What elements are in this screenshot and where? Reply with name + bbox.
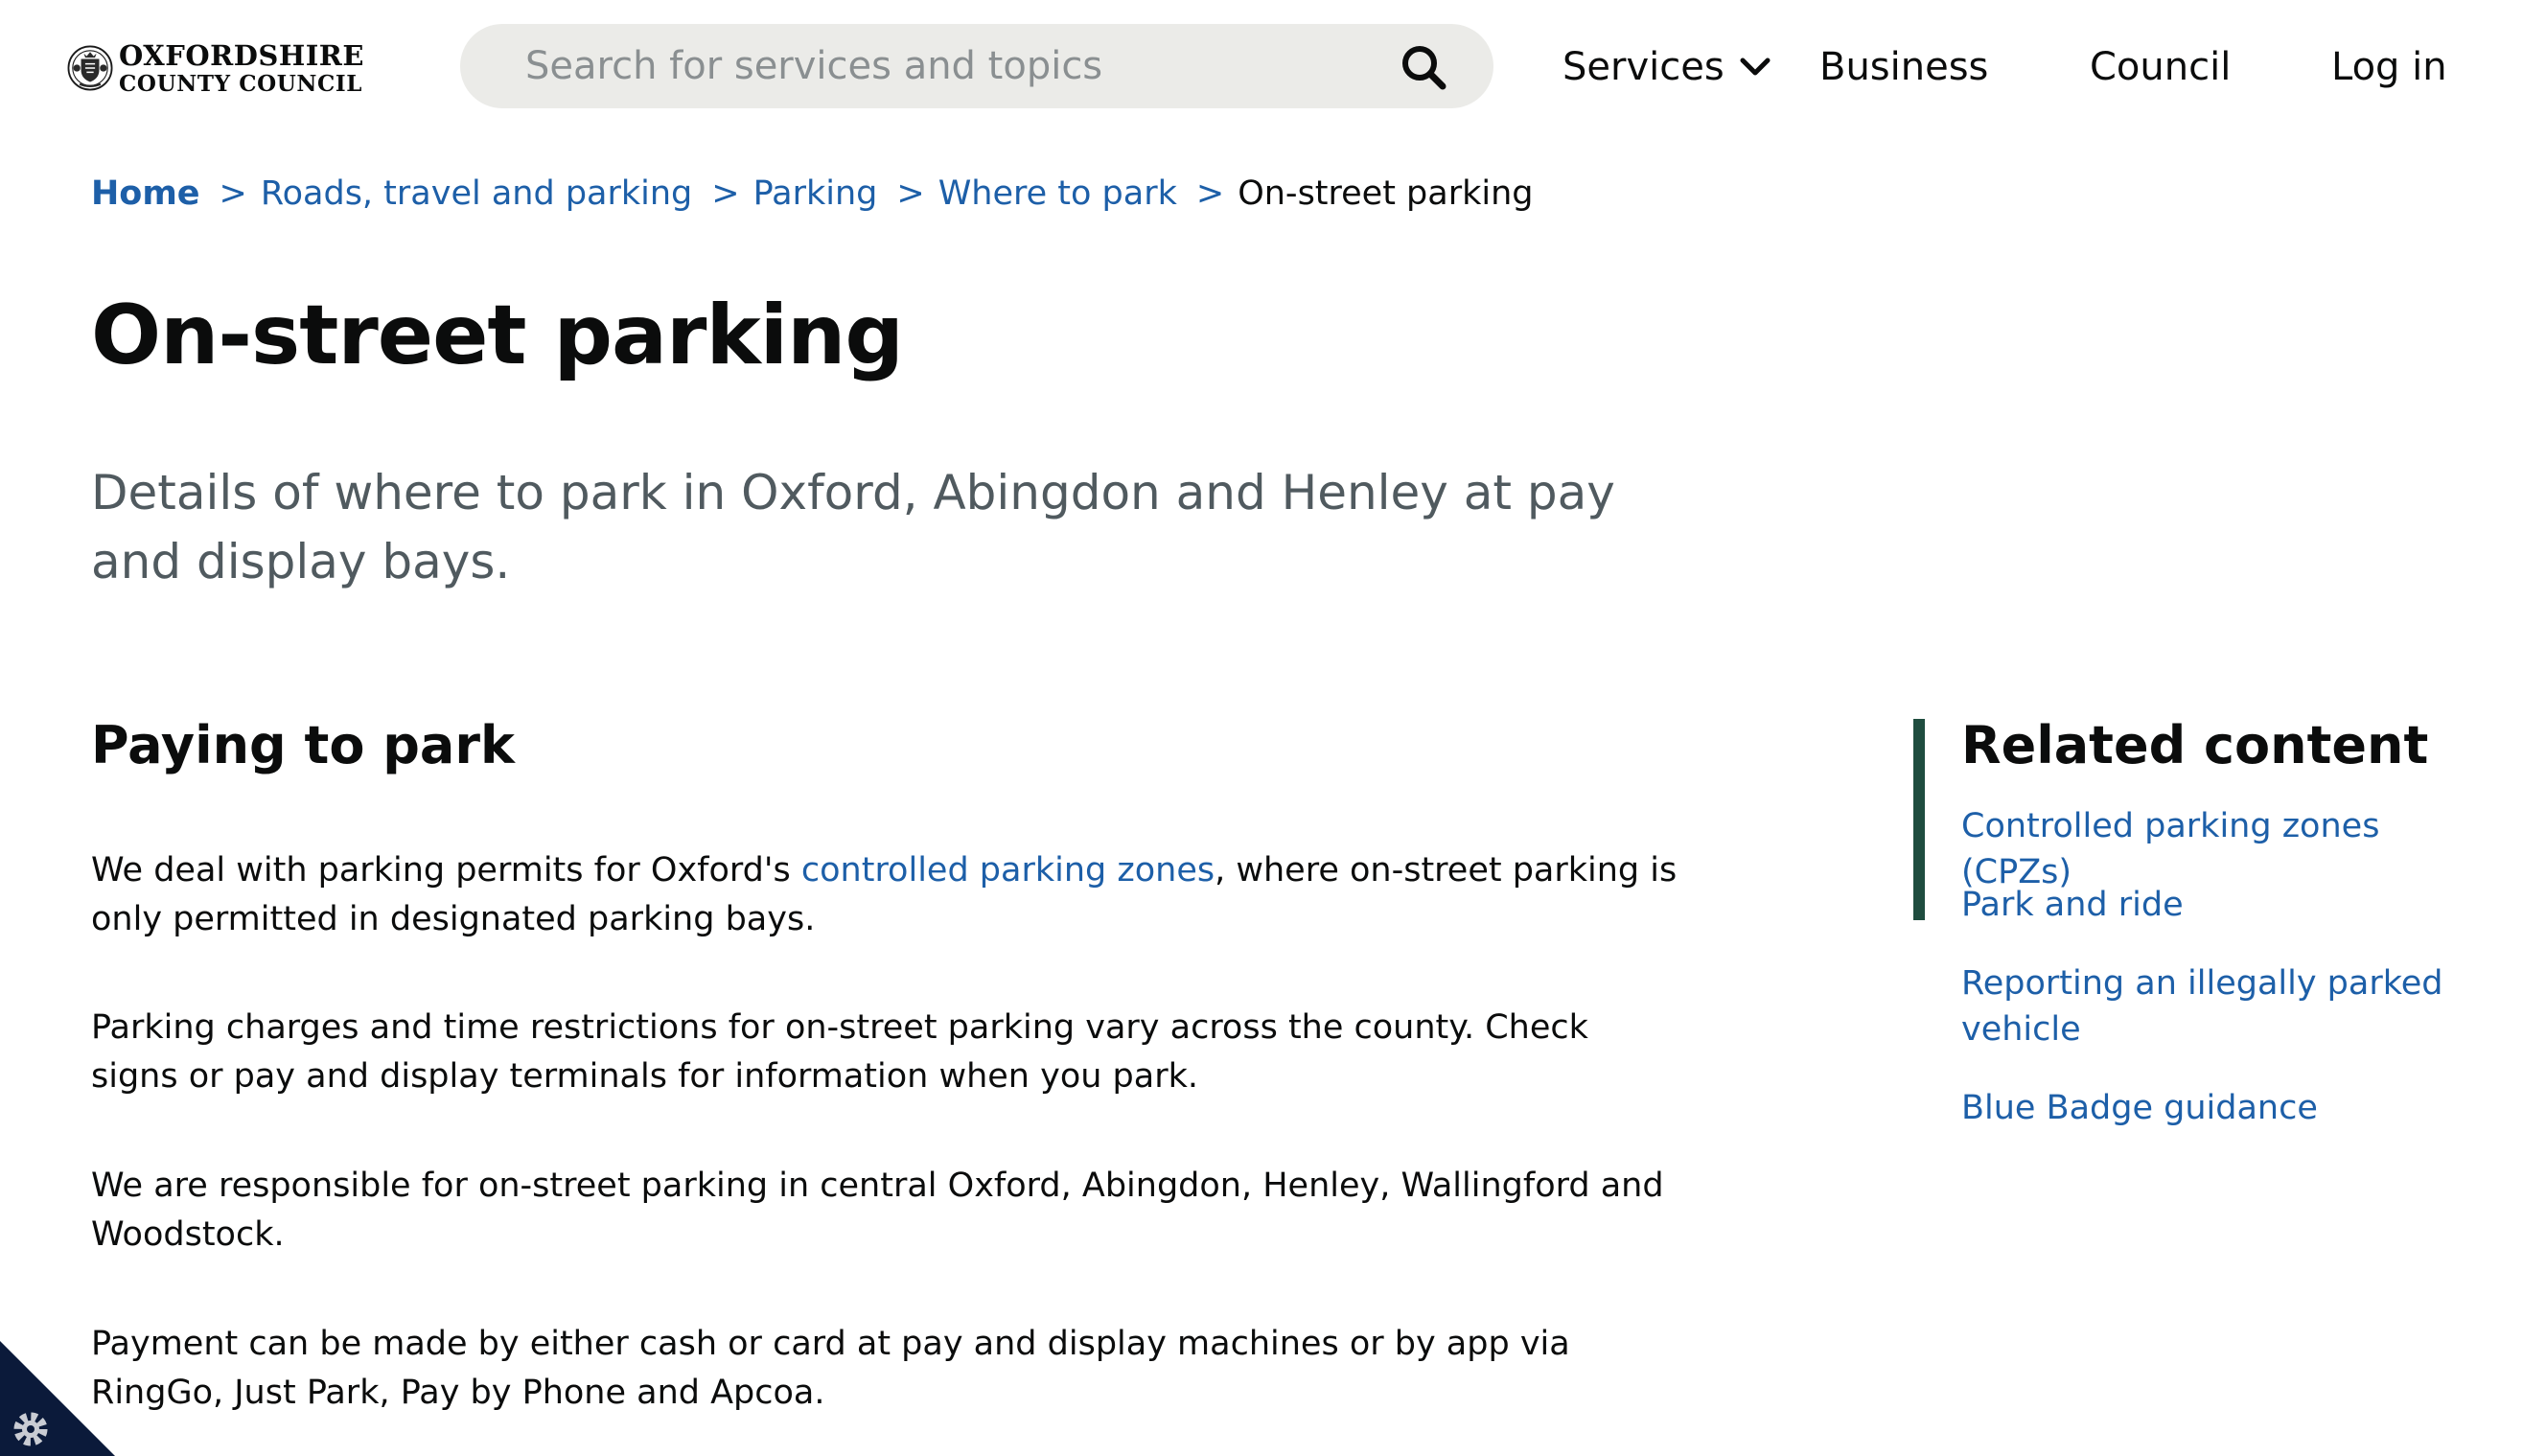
council-crest-icon [67,45,113,91]
paragraph-permits: We deal with parking permits for Oxford'… [91,846,1682,944]
search-input[interactable] [523,43,1352,89]
nav-business[interactable]: Business [1819,38,1988,96]
logo-text: OXFORDSHIRE COUNTY COUNCIL [119,38,364,97]
paragraph-responsibility: We are responsible for on-street parking… [91,1167,1664,1254]
breadcrumb-separator: > [711,174,740,213]
breadcrumb-roads-travel-parking[interactable]: Roads, travel and parking [261,174,692,213]
breadcrumb-home[interactable]: Home [91,174,200,213]
chevron-down-icon [1740,58,1771,76]
page-lede: Details of where to park in Oxford, Abin… [91,465,1615,589]
controlled-parking-zones-link[interactable]: controlled parking zones [801,851,1215,890]
related-link-blue-badge[interactable]: Blue Badge guidance [1961,1085,2498,1131]
logo-line1: OXFORDSHIRE [119,38,364,72]
search-bar [460,24,1493,108]
search-icon[interactable] [1400,43,1447,91]
nav-services[interactable]: Services [1562,38,1771,96]
cookie-settings-button[interactable] [0,1341,115,1456]
logo-line2: COUNTY COUNCIL [119,70,363,97]
related-link-park-and-ride[interactable]: Park and ride [1961,882,2498,928]
breadcrumb: Home > Roads, travel and parking > Parki… [91,174,1534,213]
section-heading-paying-to-park: Paying to park [91,715,515,775]
related-link-report-illegal-parking[interactable]: Reporting an illegally parked vehicle [1961,960,2498,1052]
paragraph-payment: Payment can be made by either cash or ca… [91,1325,1570,1412]
breadcrumb-parking[interactable]: Parking [753,174,878,213]
council-logo-link[interactable]: OXFORDSHIRE COUNTY COUNCIL [67,35,364,102]
breadcrumb-separator: > [896,174,925,213]
breadcrumb-current: On-street parking [1238,174,1534,213]
nav-login[interactable]: Log in [2331,38,2447,96]
breadcrumb-separator: > [219,174,247,213]
paragraph-charges: Parking charges and time restrictions fo… [91,1008,1588,1096]
breadcrumb-where-to-park[interactable]: Where to park [938,174,1177,213]
page-title: On-street parking [91,288,904,383]
site-header: OXFORDSHIRE COUNTY COUNCIL Services Busi… [0,0,2523,134]
paragraph-text: We deal with parking permits for Oxford'… [91,851,801,890]
breadcrumb-separator: > [1195,174,1225,213]
nav-services-label: Services [1562,45,1724,89]
nav-council[interactable]: Council [2090,38,2231,96]
related-accent-bar [1913,719,1925,920]
related-content-heading: Related content [1961,715,2429,775]
